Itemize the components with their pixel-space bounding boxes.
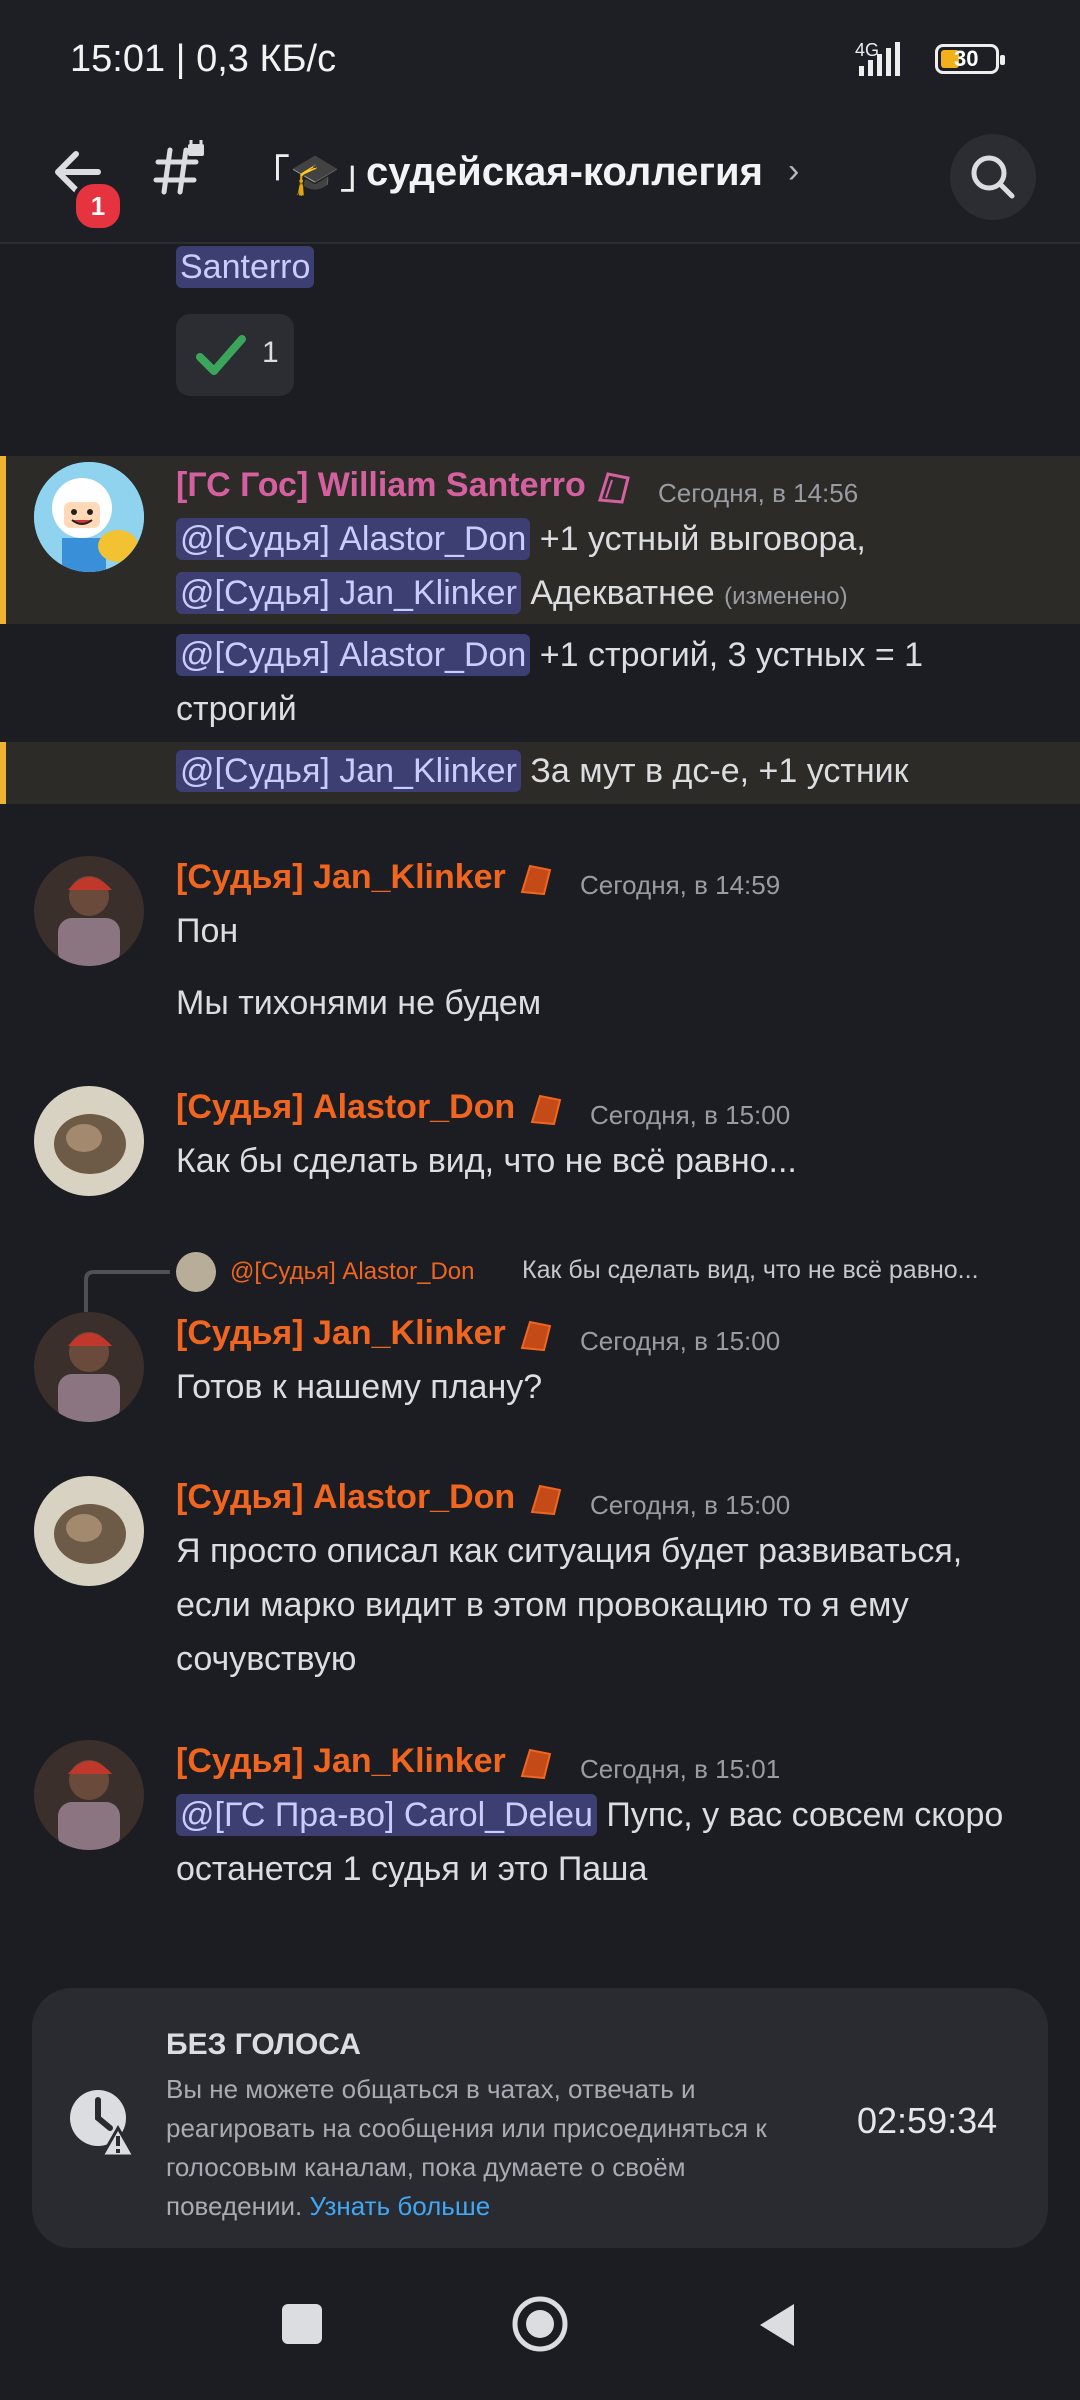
timeout-notice: БЕЗ ГОЛОСА Вы не можете общаться в чатах… [32, 1988, 1048, 2248]
author-name[interactable]: [Судья] Jan_Klinker [176, 858, 506, 897]
message-text: Мы тихонями не будем [176, 984, 542, 1022]
avatar[interactable] [34, 1086, 144, 1196]
search-icon [971, 155, 1015, 199]
author-name[interactable]: [Судья] Jan_Klinker [176, 1314, 506, 1353]
reaction-checkmark[interactable]: 1 [176, 314, 294, 396]
reply-preview[interactable]: Как бы сделать вид, что не всё равно... [522, 1256, 979, 1285]
mention[interactable]: @[Судья] Alastor_Don [176, 518, 531, 560]
unread-badge: 1 [72, 180, 124, 232]
battery-level: 30 [954, 46, 979, 71]
learn-more-link[interactable]: Узнать больше [309, 2191, 490, 2221]
timeout-timer: 02:59:34 [857, 2100, 998, 2141]
battery-icon: 30 [935, 44, 1005, 74]
home-circle-icon[interactable] [510, 2294, 570, 2354]
message-text: +1 устный выговора, [539, 520, 866, 558]
message-text: если марко видит в этом провокацию то я … [176, 1586, 909, 1624]
timeout-description: Вы не можете общаться в чатах, отвечать … [166, 2070, 806, 2226]
clock-warning-icon [70, 2090, 137, 2158]
message-line: @[ГС Пра-во] Carol_Deleu Пупс, у вас сов… [176, 1794, 1004, 1836]
avatar[interactable] [34, 1740, 144, 1850]
message-text: Адекватнее [530, 574, 715, 612]
recents-square-icon[interactable] [280, 2302, 324, 2346]
role-book-icon [598, 472, 630, 504]
timeout-title: БЕЗ ГОЛОСА [166, 2028, 361, 2061]
avatar[interactable] [34, 462, 144, 572]
message-text: За мут в дс-е, +1 устник [530, 752, 909, 790]
message-text: Готов к нашему плану? [176, 1368, 543, 1406]
message-timestamp: Сегодня, в 15:00 [590, 1100, 791, 1130]
channel-title[interactable]: судейская-коллегия [366, 150, 763, 195]
role-book-icon [520, 864, 552, 896]
role-book-icon [520, 1320, 552, 1352]
status-bar: 15:01 | 0,3 КБ/с 4G 30 [0, 0, 1080, 118]
mention[interactable]: Santerro [176, 246, 315, 288]
avatar[interactable] [34, 1312, 144, 1422]
message-timestamp: Сегодня, в 15:01 [580, 1754, 781, 1784]
reaction-count: 1 [262, 336, 279, 369]
message-line: @[Судья] Alastor_Don +1 устный выговора, [176, 518, 866, 560]
role-book-icon [530, 1094, 562, 1126]
message-timestamp: Сегодня, в 15:00 [580, 1326, 781, 1356]
avatar[interactable] [34, 856, 144, 966]
back-triangle-icon[interactable] [754, 2300, 800, 2350]
checkmark-icon [196, 335, 246, 375]
mention[interactable]: @[ГС Пра-во] Carol_Deleu [176, 1794, 597, 1836]
message-line: @[Судья] Alastor_Don +1 строгий, 3 устны… [176, 634, 924, 676]
message-text: Я просто описал как ситуация будет разви… [176, 1532, 963, 1570]
author-name[interactable]: [Судья] Alastor_Don [176, 1478, 515, 1517]
message-timestamp: Сегодня, в 14:56 [658, 478, 859, 508]
network-label: 4G [855, 40, 879, 60]
system-nav-bar [0, 2260, 1080, 2400]
author-name[interactable]: [Судья] Jan_Klinker [176, 1742, 506, 1781]
edited-label: (изменено) [724, 583, 848, 610]
message-text: Пупс, у вас совсем скоро [606, 1796, 1004, 1834]
reply-avatar [176, 1252, 216, 1292]
message-timestamp: Сегодня, в 15:00 [590, 1490, 791, 1520]
mention[interactable]: @[Судья] Alastor_Don [176, 634, 531, 676]
reply-author[interactable]: @[Судья] Alastor_Don [230, 1258, 474, 1286]
chevron-right-icon[interactable]: › [788, 152, 799, 191]
author-name[interactable]: [ГС Гос] William Santerro [176, 466, 586, 505]
status-time: 15:01 | 0,3 КБ/с [70, 38, 337, 80]
message-text: останется 1 судья и это Паша [176, 1850, 648, 1888]
channel-header: 1 「🎓」 судейская-коллегия › [0, 118, 1080, 244]
mention[interactable]: @[Судья] Jan_Klinker [176, 572, 521, 614]
author-name[interactable]: [Судья] Alastor_Don [176, 1088, 515, 1127]
message-line: @[Судья] Jan_Klinker За мут в дс-е, +1 у… [176, 750, 909, 792]
mention[interactable]: @[Судья] Jan_Klinker [176, 750, 521, 792]
channel-hash-lock-icon [153, 140, 204, 195]
role-book-icon [530, 1484, 562, 1516]
mention-fragment: Santerro [176, 246, 315, 288]
message-text: сочувствую [176, 1640, 357, 1678]
message-text: строгий [176, 690, 297, 728]
message-list[interactable]: Santerro 1 [ГС Гос] William Santerro Сег… [0, 242, 1080, 1982]
message-text: +1 строгий, 3 устных = 1 [539, 636, 924, 674]
message-text: Как бы сделать вид, что не всё равно... [176, 1142, 797, 1180]
search-button[interactable] [950, 134, 1036, 220]
message-timestamp: Сегодня, в 14:59 [580, 870, 781, 900]
reply-connector [84, 1270, 170, 1312]
channel-graduation-cap-icon: 「🎓」 [250, 153, 380, 197]
avatar[interactable] [34, 1476, 144, 1586]
message-text: Пон [176, 912, 239, 950]
role-book-icon [520, 1748, 552, 1780]
message-line: @[Судья] Jan_Klinker Адекватнее (изменен… [176, 572, 848, 614]
